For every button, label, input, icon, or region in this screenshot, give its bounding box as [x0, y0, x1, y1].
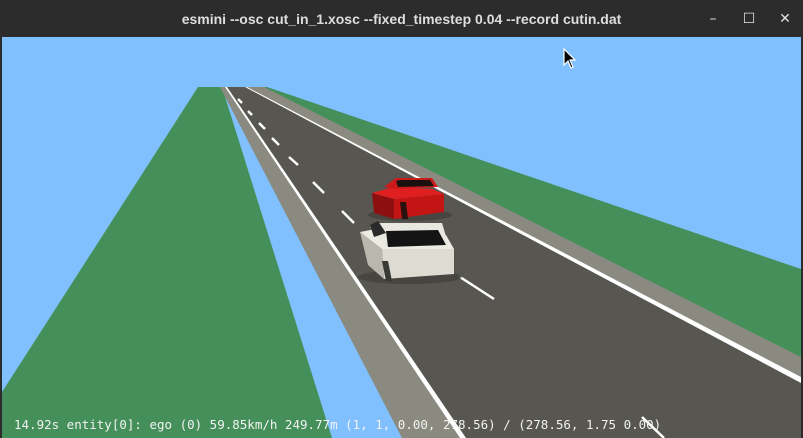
app-window: esmini --osc cut_in_1.xosc --fixed_times… [0, 0, 803, 438]
mouse-cursor-icon [563, 47, 577, 75]
maximize-button[interactable]: ☐ [731, 0, 767, 37]
scene-render [2, 37, 801, 438]
window-controls: – ☐ ✕ [695, 0, 803, 37]
minimize-icon: – [709, 10, 717, 27]
3d-viewport[interactable]: 14.92s entity[0]: ego (0) 59.85km/h 249.… [2, 37, 801, 438]
close-button[interactable]: ✕ [767, 0, 803, 37]
close-icon: ✕ [779, 10, 791, 27]
maximize-icon: ☐ [742, 10, 756, 27]
minimize-button[interactable]: – [695, 0, 731, 37]
hud-status-text: 14.92s entity[0]: ego (0) 59.85km/h 249.… [14, 417, 662, 432]
title-bar[interactable]: esmini --osc cut_in_1.xosc --fixed_times… [0, 0, 803, 37]
window-title: esmini --osc cut_in_1.xosc --fixed_times… [181, 10, 622, 27]
